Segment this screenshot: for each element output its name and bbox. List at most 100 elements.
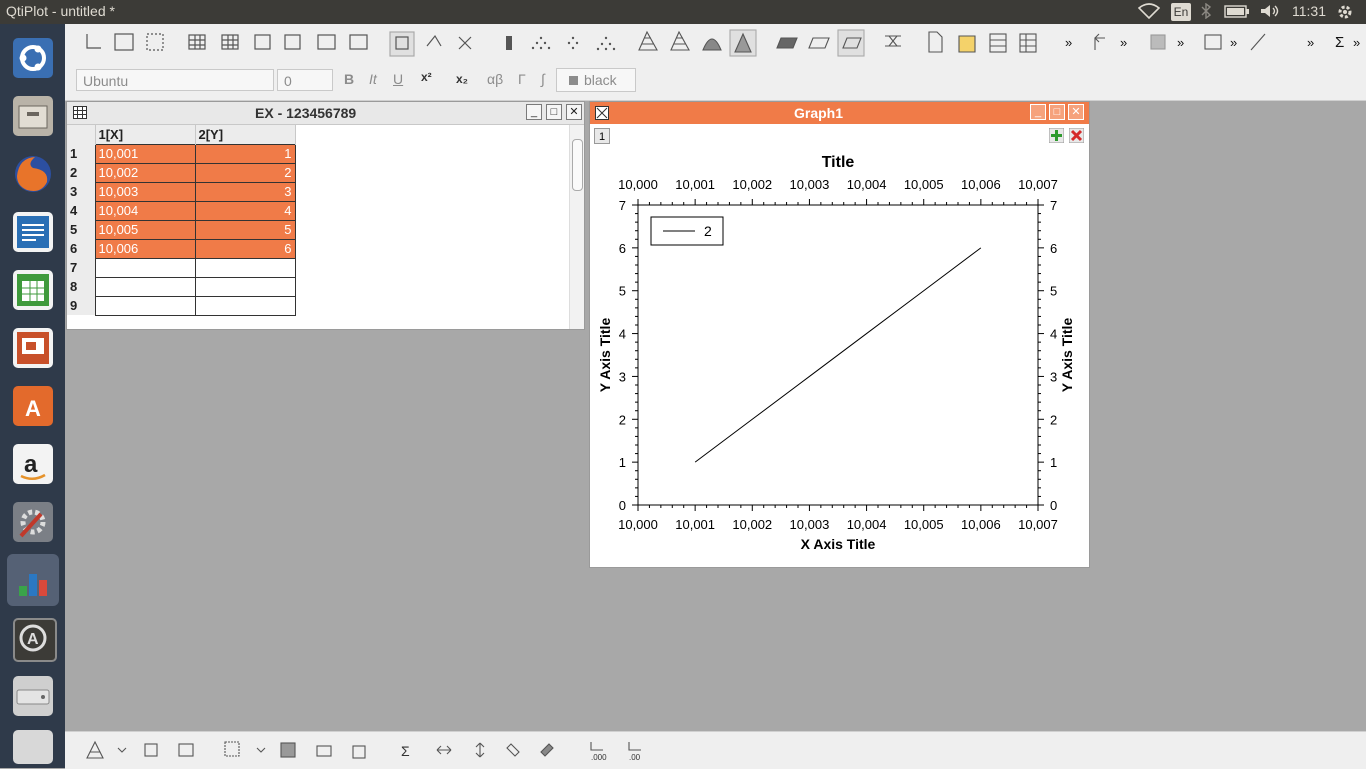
row-header[interactable]: 1 bbox=[67, 144, 95, 163]
wireframe-icon[interactable] bbox=[638, 30, 658, 51]
table-cell[interactable]: 10,002 bbox=[94, 162, 196, 183]
amazon-icon[interactable]: a bbox=[7, 438, 59, 490]
flip-vertical-icon[interactable] bbox=[475, 742, 485, 758]
row-header[interactable]: 8 bbox=[67, 277, 95, 296]
grid-icon[interactable] bbox=[188, 34, 206, 50]
volume-icon[interactable] bbox=[1259, 3, 1281, 22]
ribbon-icon[interactable] bbox=[178, 743, 194, 757]
close-button[interactable]: ✕ bbox=[566, 104, 582, 120]
table-cell[interactable]: 10,006 bbox=[94, 238, 196, 259]
table-cell[interactable] bbox=[194, 257, 296, 278]
bold-button[interactable]: B bbox=[344, 71, 354, 87]
integral-button[interactable]: ∫ bbox=[541, 71, 545, 87]
mesh-icon[interactable] bbox=[317, 34, 336, 50]
software-center-icon[interactable]: A bbox=[7, 380, 59, 432]
calc-icon[interactable] bbox=[7, 264, 59, 316]
points-icon[interactable] bbox=[604, 36, 608, 40]
line-tool-icon[interactable] bbox=[1250, 33, 1266, 51]
row-header[interactable]: 2 bbox=[67, 163, 95, 182]
column-header[interactable]: 2[Y] bbox=[195, 125, 296, 144]
polygon-icon[interactable] bbox=[702, 38, 722, 51]
y-axis-title-right[interactable]: Y Axis Title bbox=[1059, 318, 1075, 393]
hidden-line-icon[interactable] bbox=[670, 30, 690, 51]
3d-box-icon[interactable] bbox=[114, 33, 134, 51]
floor-iso-icon[interactable] bbox=[808, 37, 830, 49]
more-icon[interactable]: » bbox=[1230, 35, 1237, 50]
superscript-button[interactable]: x² bbox=[421, 70, 432, 84]
font-select[interactable]: Ubuntu bbox=[76, 69, 274, 91]
histogram-icon[interactable] bbox=[352, 745, 366, 759]
table-cell[interactable]: 3 bbox=[194, 181, 296, 202]
increase-precision-icon[interactable] bbox=[590, 742, 603, 751]
legend[interactable]: 2 bbox=[650, 216, 724, 246]
undo-icon[interactable] bbox=[1094, 33, 1105, 50]
more-icon[interactable]: » bbox=[1120, 35, 1127, 50]
dropdown-arrow-icon[interactable] bbox=[117, 747, 127, 753]
table-cell[interactable] bbox=[94, 276, 196, 297]
more-icon[interactable]: » bbox=[1307, 35, 1314, 50]
bar3d-icon[interactable] bbox=[506, 36, 512, 50]
new-matrix-icon[interactable] bbox=[1019, 33, 1037, 53]
table-cell[interactable]: 6 bbox=[194, 238, 296, 259]
scrollbar-thumb[interactable] bbox=[572, 139, 583, 191]
greek-lower-button[interactable]: αβ bbox=[487, 71, 503, 87]
new-project-icon[interactable] bbox=[928, 31, 943, 53]
maximize-button[interactable]: □ bbox=[1049, 104, 1065, 120]
greek-upper-button[interactable]: Γ bbox=[518, 71, 526, 87]
underline-button[interactable]: U bbox=[393, 71, 403, 87]
table-cell[interactable]: 2 bbox=[194, 162, 296, 183]
rotate-right-icon[interactable] bbox=[506, 743, 520, 757]
dash-icon[interactable] bbox=[7, 32, 59, 84]
table-titlebar[interactable]: EX - 123456789 _ □ ✕ bbox=[67, 102, 584, 125]
table-scrollbar[interactable] bbox=[569, 125, 584, 329]
cube-2-icon[interactable] bbox=[284, 34, 301, 50]
software-updater-icon[interactable]: A bbox=[7, 612, 59, 664]
axes-icon[interactable] bbox=[86, 34, 101, 49]
image-plot-icon[interactable] bbox=[280, 742, 296, 758]
font-size-spinbox[interactable]: 0 bbox=[277, 69, 333, 91]
x-axis-title[interactable]: X Axis Title bbox=[801, 536, 876, 552]
close-button[interactable]: ✕ bbox=[1068, 104, 1084, 120]
decrease-precision-icon[interactable] bbox=[628, 742, 641, 751]
plot-3d-icon[interactable] bbox=[86, 740, 104, 759]
minimize-button[interactable]: _ bbox=[526, 104, 542, 120]
table-cell[interactable]: 4 bbox=[194, 200, 296, 221]
writer-icon[interactable] bbox=[7, 206, 59, 258]
row-header[interactable]: 4 bbox=[67, 201, 95, 220]
firefox-icon[interactable] bbox=[7, 148, 59, 200]
select-tool-button[interactable] bbox=[389, 31, 415, 57]
table-cell[interactable] bbox=[94, 295, 196, 316]
y-axis-title[interactable]: Y Axis Title bbox=[597, 318, 613, 393]
subscript-button[interactable]: x₂ bbox=[456, 72, 468, 86]
italic-button[interactable]: It bbox=[369, 71, 377, 87]
trajectory-icon[interactable] bbox=[571, 36, 575, 40]
table-cell[interactable]: 10,003 bbox=[94, 181, 196, 202]
scatter3d-icon[interactable] bbox=[539, 36, 543, 40]
sum-icon[interactable]: Σ bbox=[401, 743, 410, 759]
wifi-icon[interactable] bbox=[1137, 3, 1161, 22]
more-icon[interactable]: » bbox=[1353, 35, 1360, 50]
rotate-icon[interactable] bbox=[426, 34, 442, 47]
mesh-2-icon[interactable] bbox=[349, 34, 368, 50]
matrix-grid-icon[interactable] bbox=[224, 741, 240, 757]
row-header[interactable]: 5 bbox=[67, 220, 95, 239]
more-icon[interactable]: » bbox=[1065, 35, 1072, 50]
corner-header[interactable] bbox=[67, 125, 96, 144]
cube-icon[interactable] bbox=[254, 34, 271, 50]
keyboard-layout-indicator[interactable]: En bbox=[1171, 3, 1191, 21]
new-table-icon[interactable] bbox=[989, 33, 1007, 53]
explorer-icon[interactable] bbox=[1204, 34, 1222, 50]
qtiplot-icon[interactable] bbox=[7, 554, 59, 606]
drive-icon[interactable] bbox=[7, 670, 59, 722]
frame-icon[interactable] bbox=[146, 33, 164, 51]
table-cell[interactable]: 10,005 bbox=[94, 219, 196, 240]
system-gear-icon[interactable] bbox=[1336, 3, 1354, 24]
trash-icon[interactable] bbox=[7, 724, 59, 768]
sum-icon[interactable]: Σ bbox=[1335, 34, 1344, 51]
table-cell[interactable]: 10,001 bbox=[94, 143, 196, 164]
column-header[interactable]: 1[X] bbox=[95, 125, 196, 144]
row-header[interactable]: 6 bbox=[67, 239, 95, 258]
floor-empty-button[interactable] bbox=[837, 29, 865, 57]
row-header[interactable]: 3 bbox=[67, 182, 95, 201]
more-icon[interactable]: » bbox=[1177, 35, 1184, 50]
